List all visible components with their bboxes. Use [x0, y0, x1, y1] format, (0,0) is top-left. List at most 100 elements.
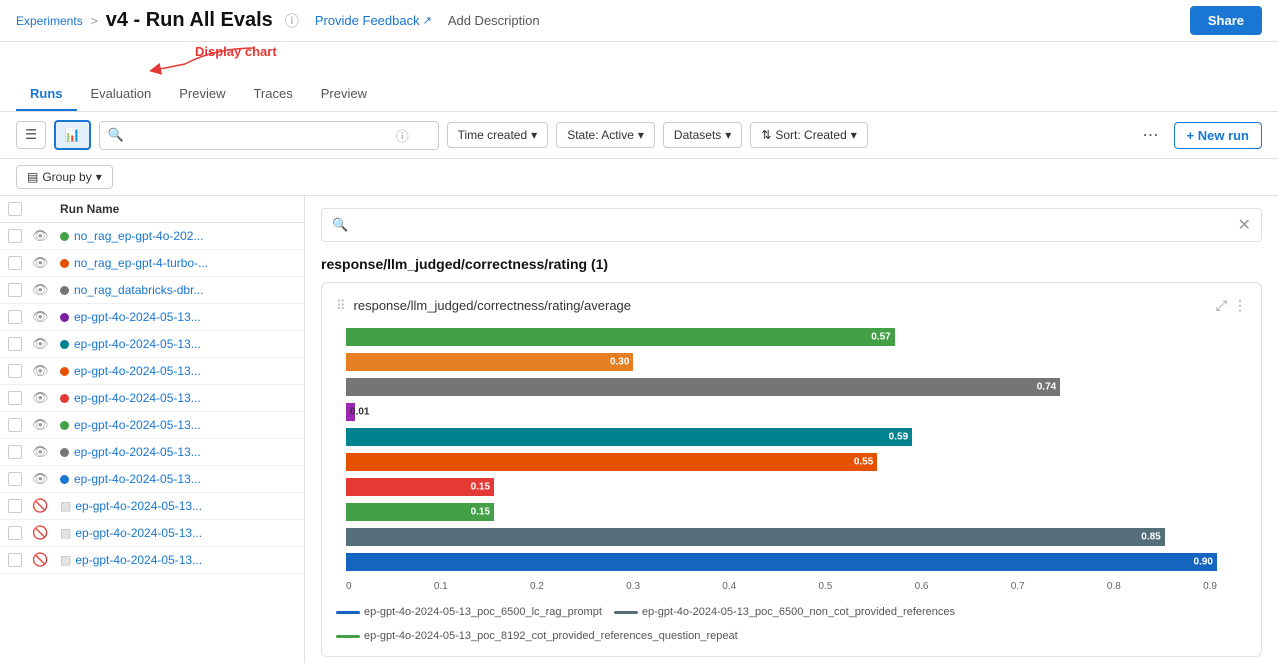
bar-segment: 0.74: [346, 378, 1060, 396]
eye-icon[interactable]: 👁: [32, 255, 49, 270]
fullscreen-button[interactable]: ⤢: [1216, 297, 1227, 314]
clear-search-button[interactable]: ✕: [1238, 215, 1251, 235]
chart-card-title: response/llm_judged/correctness/rating/a…: [354, 298, 632, 313]
chart-view-button[interactable]: 📊: [54, 120, 91, 150]
more-chart-options-button[interactable]: ⋮: [1233, 297, 1247, 314]
drag-handle[interactable]: ⠿: [336, 298, 346, 314]
run-name[interactable]: ep-gpt-4o-2024-05-13...: [60, 310, 296, 324]
run-name[interactable]: ep-gpt-4o-2024-05-13...: [60, 418, 296, 432]
hidden-icon[interactable]: 🚫: [32, 498, 48, 513]
eye-icon[interactable]: 👁: [32, 471, 49, 486]
x-axis-tick: 0: [346, 581, 352, 592]
bar-segment: 0.15: [346, 478, 494, 496]
select-all-checkbox[interactable]: [8, 202, 22, 216]
toolbar: ☰ 📊 🔍 metrics.rmse < 1 and params.model …: [0, 112, 1278, 159]
tab-evaluation[interactable]: Evaluation: [77, 78, 166, 111]
strikethrough-icon: ▨: [60, 499, 71, 513]
bar-value-label: 0.15: [471, 507, 490, 518]
group-by-button[interactable]: ▤ Group by ▾: [16, 165, 113, 189]
run-color-dot: [60, 232, 69, 241]
table-row: 🚫 ▨ ep-gpt-4o-2024-05-13...: [0, 520, 304, 547]
eye-icon[interactable]: 👁: [32, 390, 49, 405]
row-checkbox[interactable]: [8, 337, 22, 351]
bar-value-label: 0.57: [871, 332, 890, 343]
x-axis-tick: 0.2: [530, 581, 544, 592]
run-name[interactable]: ep-gpt-4o-2024-05-13...: [60, 364, 296, 378]
bar-row: 0.30: [346, 351, 1217, 373]
run-name[interactable]: ep-gpt-4o-2024-05-13...: [60, 337, 296, 351]
breadcrumb-sep: >: [91, 14, 98, 28]
eye-icon[interactable]: 👁: [32, 417, 49, 432]
row-checkbox[interactable]: [8, 472, 22, 486]
table-row: 👁 ep-gpt-4o-2024-05-13...: [0, 439, 304, 466]
eye-icon[interactable]: 👁: [32, 336, 49, 351]
x-axis-tick: 0.8: [1107, 581, 1121, 592]
tab-preview1[interactable]: Preview: [165, 78, 239, 111]
bar-segment: 0.90: [346, 553, 1217, 571]
feedback-link[interactable]: Provide Feedback ↗: [315, 13, 432, 28]
bar-row: 0.90: [346, 551, 1217, 573]
eye-icon[interactable]: 👁: [32, 309, 49, 324]
hidden-icon[interactable]: 🚫: [32, 552, 48, 567]
share-button[interactable]: Share: [1190, 6, 1262, 35]
bar-value-label: 0.30: [610, 357, 629, 368]
row-checkbox[interactable]: [8, 418, 22, 432]
bar-segment: 0.15: [346, 503, 494, 521]
run-name[interactable]: ep-gpt-4o-2024-05-13...: [60, 391, 296, 405]
bar-row: 0.74: [346, 376, 1217, 398]
row-checkbox[interactable]: [8, 364, 22, 378]
list-view-button[interactable]: ☰: [16, 121, 46, 149]
row-checkbox[interactable]: [8, 391, 22, 405]
chart-group-title: response/llm_judged/correctness/rating (…: [321, 256, 1262, 272]
tab-traces[interactable]: Traces: [239, 78, 306, 111]
add-description-link[interactable]: Add Description: [448, 13, 540, 28]
row-checkbox[interactable]: [8, 310, 22, 324]
table-row: 👁 no_rag_ep-gpt-4o-202...: [0, 223, 304, 250]
row-checkbox[interactable]: [8, 553, 22, 567]
run-name[interactable]: ▨ ep-gpt-4o-2024-05-13...: [60, 499, 296, 513]
run-name[interactable]: no_rag_databricks-dbr...: [60, 283, 296, 297]
row-checkbox[interactable]: [8, 445, 22, 459]
run-name[interactable]: ▨ ep-gpt-4o-2024-05-13...: [60, 526, 296, 540]
eye-icon[interactable]: 👁: [32, 363, 49, 378]
tab-preview2[interactable]: Preview: [307, 78, 381, 111]
hidden-icon[interactable]: 🚫: [32, 525, 48, 540]
datasets-filter[interactable]: Datasets ▾: [663, 122, 742, 148]
time-created-filter[interactable]: Time created ▾: [447, 122, 549, 148]
run-name[interactable]: ep-gpt-4o-2024-05-13...: [60, 445, 296, 459]
eye-icon[interactable]: 👁: [32, 282, 49, 297]
tab-runs[interactable]: Runs: [16, 78, 77, 111]
runs-header: Run Name: [0, 196, 304, 223]
row-checkbox[interactable]: [8, 229, 22, 243]
info-icon[interactable]: ⓘ: [285, 11, 299, 31]
row-checkbox[interactable]: [8, 256, 22, 270]
row-checkbox[interactable]: [8, 283, 22, 297]
run-name[interactable]: ep-gpt-4o-2024-05-13...: [60, 472, 296, 486]
metric-search-input[interactable]: response: [354, 218, 1231, 233]
run-name[interactable]: no_rag_ep-gpt-4o-202...: [60, 229, 296, 243]
search-info-icon[interactable]: ⓘ: [396, 126, 409, 145]
row-checkbox[interactable]: [8, 499, 22, 513]
bar-value-label: 0.74: [1037, 382, 1056, 393]
run-color-dot: [60, 286, 69, 295]
row-checkbox[interactable]: [8, 526, 22, 540]
more-options-button[interactable]: ⋯: [1136, 120, 1166, 150]
run-name[interactable]: no_rag_ep-gpt-4-turbo-...: [60, 256, 296, 270]
bar-row: 0.59: [346, 426, 1217, 448]
sort-filter[interactable]: ⇅ Sort: Created ▾: [750, 122, 867, 148]
run-color-dot: [60, 475, 69, 484]
eye-icon[interactable]: 👁: [32, 228, 49, 243]
new-run-button[interactable]: + New run: [1174, 122, 1263, 149]
chart-card-header: ⠿ response/llm_judged/correctness/rating…: [336, 297, 1247, 314]
eye-icon[interactable]: 👁: [32, 444, 49, 459]
legend-item: ep-gpt-4o-2024-05-13_poc_6500_lc_rag_pro…: [336, 606, 602, 618]
x-axis-tick: 0.1: [434, 581, 448, 592]
sort-label: Sort: Created: [775, 128, 846, 142]
breadcrumb-experiments[interactable]: Experiments: [16, 14, 83, 28]
state-filter[interactable]: State: Active ▾: [556, 122, 655, 148]
search-input[interactable]: metrics.rmse < 1 and params.model = "tre…: [130, 128, 390, 142]
run-color-dot: [60, 340, 69, 349]
main-content: Run Name 👁 no_rag_ep-gpt-4o-202... 👁 no_rag…: [0, 196, 1278, 663]
datasets-label: Datasets: [674, 128, 721, 142]
run-name[interactable]: ▨ ep-gpt-4o-2024-05-13...: [60, 553, 296, 567]
